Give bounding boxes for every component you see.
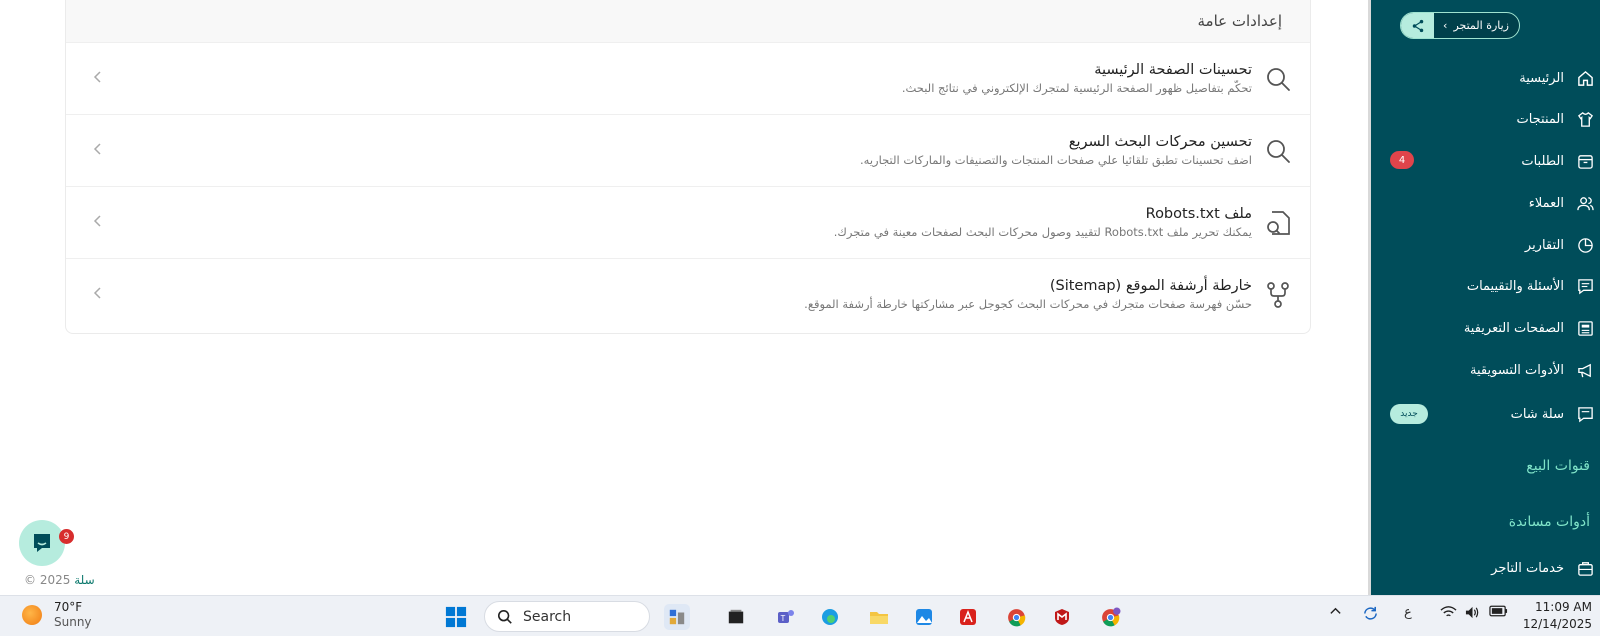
setting-title: تحسينات الصفحة الرئيسية [1094,62,1252,78]
support-chat-button[interactable] [19,520,65,566]
chat-icon [1576,405,1594,423]
sidebar-item-salla-chat[interactable]: سلة شات جديد [1371,399,1600,429]
chrome-icon[interactable] [1003,604,1029,630]
setting-title: خارطة أرشفة الموقع (Sitemap) [1049,278,1252,294]
search-icon [1264,137,1292,165]
share-icon[interactable] [1401,13,1434,38]
edge-browser-icon[interactable] [817,604,843,630]
sidebar-item-label: الأسئلة والتقييمات [1466,278,1564,294]
sidebar-item-label: خدمات التاجر [1491,560,1564,576]
sidebar-item-label: المنتجات [1516,111,1564,127]
newspaper-icon [1576,319,1594,337]
task-view-icon[interactable] [723,604,749,630]
battery-icon[interactable] [1489,605,1508,617]
mcafee-icon[interactable] [1049,604,1075,630]
search-icon [497,609,512,624]
chevron-left-icon [90,139,106,159]
sidebar-item-orders[interactable]: الطلبات 4 [1371,146,1600,176]
chrome-profile-icon[interactable] [1097,604,1123,630]
clock-time: 11:09 AM [1535,600,1592,614]
sidebar-item-label: الرئيسية [1519,70,1564,86]
sidebar-item-home[interactable]: الرئيسية [1371,63,1600,93]
megaphone-icon [1576,361,1594,379]
sidebar-item-reviews[interactable]: الأسئلة والتقييمات [1371,271,1600,301]
card-header: إعدادات عامة [66,0,1310,43]
chevron-up-icon[interactable] [1329,605,1342,618]
sidebar-item-label: العملاء [1528,195,1564,211]
setting-row-sitemap[interactable]: خارطة أرشفة الموقع (Sitemap) حسّن فهرسة … [66,259,1310,331]
sidebar-item-label: التقارير [1524,237,1564,253]
sidebar-item-customers[interactable]: العملاء [1371,188,1600,218]
photos-app-icon[interactable] [911,604,937,630]
sidebar-item-merchant-services[interactable]: خدمات التاجر [1371,553,1600,583]
windows-taskbar: 70°F Sunny Search T ع 11:09 AM 12/14/202… [0,595,1600,636]
pie-chart-icon [1576,236,1594,254]
setting-description: يمكنك تحرير ملف Robots.txt لتقييد وصول م… [833,225,1252,239]
briefcase-icon [1576,559,1594,577]
footer-copyright: © 2025 سلة [24,573,95,587]
setting-row-homepage-seo[interactable]: تحسينات الصفحة الرئيسية تحكّم بتفاصيل ظه… [66,43,1310,115]
setting-row-fast-seo[interactable]: تحسين محركات البحث السريع اضف تحسينات تط… [66,115,1310,187]
setting-description: اضف تحسينات تطبق تلقائيا علي صفحات المنت… [860,153,1252,167]
setting-description: حسّن فهرسة صفحات متجرك في محركات البحث ك… [804,297,1252,311]
chevron-left-icon [90,67,106,87]
chevron-left-icon [90,283,106,303]
sidebar: زيارة المتجر › الرئيسية المنتجات الطلبات… [1368,0,1600,595]
sidebar-item-label: الطلبات [1521,153,1564,169]
setting-title: تحسين محركات البحث السريع [1068,134,1252,150]
copyright-text: © 2025 [24,573,71,587]
message-icon [1576,277,1594,295]
weather-temperature: 70°F [54,600,83,614]
sidebar-item-products[interactable]: المنتجات [1371,104,1600,134]
search-label: Search [523,608,572,625]
chat-notification-badge: 9 [59,529,74,544]
language-indicator[interactable]: ع [1404,605,1412,620]
weather-widget[interactable]: 70°F Sunny [22,600,92,630]
teams-icon[interactable]: T [773,604,799,630]
users-icon [1576,194,1594,212]
sidebar-item-marketing[interactable]: الأدوات التسويقية [1371,355,1600,385]
setting-description: تحكّم بتفاصيل ظهور الصفحة الرئيسية لمتجر… [901,81,1252,95]
acrobat-icon[interactable] [955,604,981,630]
orders-count-badge: 4 [1390,151,1414,169]
sidebar-item-label: الأدوات التسويقية [1470,362,1564,378]
general-settings-card: إعدادات عامة تحسينات الصفحة الرئيسية تحك… [65,0,1311,334]
main-content: إعدادات عامة تحسينات الصفحة الرئيسية تحك… [0,0,1368,595]
file-search-icon [1264,209,1292,237]
weather-condition: Sunny [54,615,92,629]
sun-icon [22,605,42,625]
sidebar-item-pages[interactable]: الصفحات التعريفية [1371,313,1600,343]
wifi-icon[interactable] [1440,605,1457,619]
volume-icon[interactable] [1464,605,1481,620]
widgets-app-icon[interactable] [664,604,690,630]
system-clock[interactable]: 11:09 AM 12/14/2025 [1522,599,1592,633]
chevron-left-icon [90,211,106,231]
svg-text:T: T [781,614,786,623]
sidebar-item-label: سلة شات [1510,406,1564,422]
new-tag-badge: جديد [1390,404,1428,424]
home-icon [1576,69,1594,87]
file-explorer-icon[interactable] [866,604,892,630]
shirt-icon [1576,110,1594,128]
setting-row-robots[interactable]: ملف Robots.txt يمكنك تحرير ملف Robots.tx… [66,187,1310,259]
section-support-tools[interactable]: أدوات مساندة [1509,514,1590,530]
search-icon [1264,65,1292,93]
chat-icon [34,534,50,552]
card-title: إعدادات عامة [1197,12,1283,30]
sitemap-icon [1264,281,1292,309]
chevron-right-icon: › [1443,19,1448,32]
sidebar-item-label: الصفحات التعريفية [1463,320,1564,336]
brand-link[interactable]: سلة [74,573,94,587]
orders-icon [1576,152,1594,170]
visit-store-label: زيارة المتجر [1453,19,1509,32]
windows-start-icon[interactable] [443,604,469,630]
section-sales-channels[interactable]: قنوات البيع [1526,458,1590,474]
sidebar-item-reports[interactable]: التقارير [1371,230,1600,260]
visit-store-button[interactable]: زيارة المتجر › [1400,12,1520,39]
setting-title: ملف Robots.txt [1145,206,1252,222]
sync-icon[interactable] [1362,605,1379,622]
clock-date: 12/14/2025 [1522,617,1592,631]
taskbar-search[interactable]: Search [484,601,650,632]
